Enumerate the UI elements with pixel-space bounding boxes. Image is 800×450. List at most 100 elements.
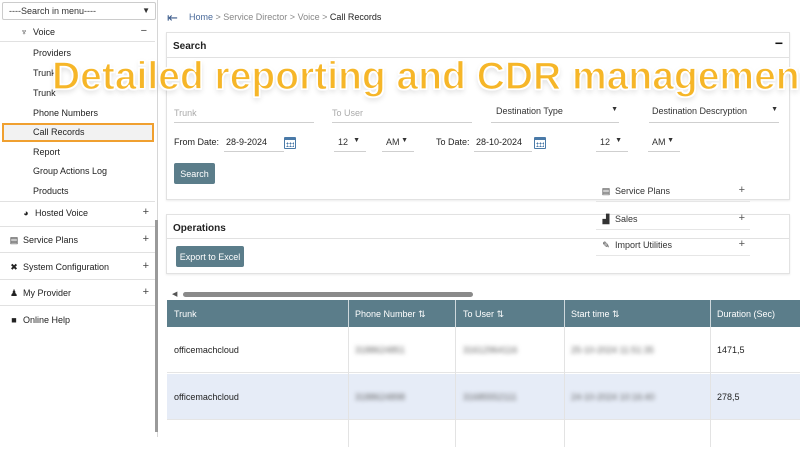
expand-icon: + [142,206,149,218]
divider [0,41,155,42]
destination-type-underline [491,122,619,123]
sidebar-item-my-provider[interactable]: ♟ My Provider + [8,286,155,299]
chevron-down-icon: ▼ [771,106,778,113]
person-icon: ♟ [9,288,19,298]
column-gridline [455,327,456,447]
cell-phone-number: 3188624851 [355,345,406,355]
calendar-icon[interactable] [284,137,296,149]
floating-menu-import-utilities[interactable]: ✎ Import Utilities + [596,234,750,256]
from-date-underline [224,151,284,152]
sidebar-item-system-configuration[interactable]: ✖ System Configuration + [8,260,155,273]
column-header-trunk[interactable]: Trunk [174,309,197,319]
tools-icon: ✖ [10,262,18,272]
search-button[interactable]: Search [174,163,215,184]
expand-icon: + [142,286,149,298]
breadcrumb: Home > Service Director > Voice > Call R… [189,12,381,22]
menu-search-select[interactable]: ----Search in menu---- ▼ [2,2,156,20]
sidebar-item-hosted-voice[interactable]: ◕ Hosted Voice + [20,206,155,218]
menu-toggle-icon[interactable]: ⇤ [167,10,178,26]
cell-phone-number: 3188624898 [355,392,406,402]
breadcrumb-sep: > [213,12,224,22]
to-ampm-value: AM [652,137,666,147]
column-gridline [710,327,711,447]
divider [0,279,155,280]
sidebar-sub-phone-numbers[interactable]: Phone Numbers [33,108,98,118]
to-date-input[interactable]: 28-10-2024 [476,137,522,147]
sidebar-item-online-help[interactable]: ■ Online Help [8,315,155,325]
cell-duration: 278,5 [717,392,740,402]
from-date-input[interactable]: 28-9-2024 [226,137,267,147]
scroll-left-arrow[interactable]: ◀ [172,290,177,298]
chevron-down-icon: ▼ [611,106,618,113]
sidebar-sub-report[interactable]: Report [33,147,60,157]
chevron-down-icon: ▼ [142,6,150,15]
destination-description-select[interactable]: Destination Descryption ▼ [652,106,778,116]
column-separator [455,300,456,327]
chevron-down-icon: ▼ [353,137,360,144]
sidebar-scrollbar[interactable] [155,220,158,432]
cell-to-user: 31685552111 [463,392,517,402]
table-header: Trunk Phone Number ⇅ To User ⇅ Start tim… [167,300,800,327]
floating-menu-sales[interactable]: ▟ Sales + [596,208,750,230]
table-row[interactable]: officemachcloud 3188624898 31685552111 2… [167,374,800,420]
divider [0,201,155,202]
to-date-label: To Date: [436,137,470,147]
cell-start-time: 25-10-2024 11:51:35 [571,345,654,355]
sidebar-item-service-plans-label: Service Plans [23,235,79,245]
from-hour-value: 12 [338,137,349,147]
sidebar-sub-products[interactable]: Products [33,186,69,196]
sidebar-item-voice-label: Voice [33,27,56,37]
column-separator [710,300,711,327]
sort-icon: ⇅ [418,309,426,319]
chevron-down-icon: ▼ [667,137,674,144]
breadcrumb-current: Call Records [329,12,382,22]
calendar-icon[interactable] [534,137,546,149]
column-separator [564,300,565,327]
floating-menu-service-plans-label: Service Plans [615,186,671,196]
trunk-input[interactable]: Trunk [174,108,197,118]
column-gridline [348,327,349,447]
to-hour-select[interactable]: 12 ▼ [600,137,622,147]
to-hour-underline [596,151,628,152]
collapse-icon: − [140,25,147,37]
column-separator [348,300,349,327]
floating-menu-service-plans[interactable]: ▤ Service Plans + [596,180,750,202]
column-header-to-user[interactable]: To User ⇅ [463,309,504,320]
cell-trunk: officemachcloud [174,392,239,402]
column-header-phone-number[interactable]: Phone Number ⇅ [355,309,426,320]
from-hour-select[interactable]: 12 ▼ [338,137,360,147]
export-to-excel-button[interactable]: Export to Excel [176,246,244,267]
from-ampm-select[interactable]: AM ▼ [386,137,408,147]
breadcrumb-voice[interactable]: Voice [298,12,320,22]
promo-banner-text: Detailed reporting and CDR management [51,54,800,98]
collapse-icon[interactable]: − [775,35,783,51]
column-header-duration[interactable]: Duration (Sec) [717,309,775,319]
table-row[interactable]: officemachcloud 3188624851 31612964116 2… [167,327,800,373]
chevron-down-icon: ▼ [401,137,408,144]
menu-search-text: ----Search in menu---- [9,6,97,16]
expand-icon: + [738,212,745,224]
cell-duration: 1471,5 [717,345,745,355]
to-user-input[interactable]: To User [332,108,363,118]
to-ampm-select[interactable]: AM ▼ [652,137,674,147]
sort-icon: ⇅ [612,309,620,319]
sidebar-sub-call-records[interactable]: Call Records [2,123,154,142]
expand-icon: + [738,184,745,196]
sidebar-sub-group-actions-log[interactable]: Group Actions Log [33,166,107,176]
floating-menu-import-utilities-label: Import Utilities [615,240,673,250]
breadcrumb-sep: > [287,12,298,22]
floating-menu-sales-label: Sales [615,214,638,224]
sidebar-item-voice[interactable]: ♆ Voice − [18,25,155,37]
breadcrumb-service-director[interactable]: Service Director [223,12,287,22]
sidebar-item-service-plans[interactable]: ▤ Service Plans + [8,233,155,246]
book-icon: ■ [11,315,17,325]
column-header-start-time[interactable]: Start time ⇅ [571,309,620,320]
breadcrumb-home[interactable]: Home [189,12,213,22]
column-gridline [564,327,565,447]
globe-icon: ◕ [23,208,29,218]
destination-type-select[interactable]: Destination Type ▼ [496,106,618,116]
from-ampm-underline [382,151,414,152]
sidebar-item-online-help-label: Online Help [23,315,71,325]
horizontal-scrollbar-thumb[interactable] [183,292,473,297]
sidebar-item-my-provider-label: My Provider [23,288,72,298]
